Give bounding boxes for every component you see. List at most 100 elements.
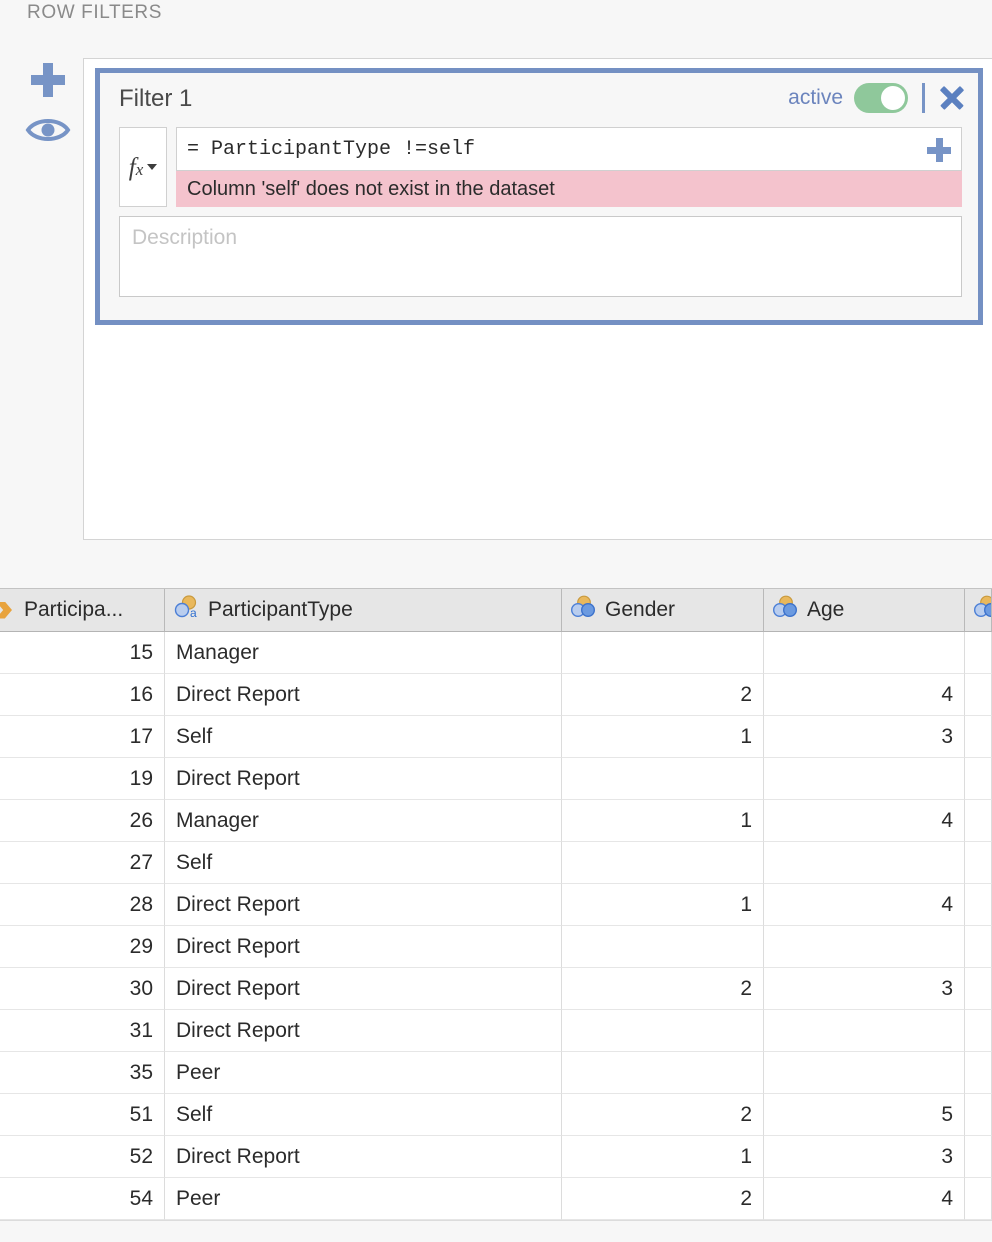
table-row[interactable]: 29 Direct Report	[0, 926, 992, 968]
cell-participant[interactable]: 35	[0, 1052, 165, 1094]
cell-next[interactable]	[965, 926, 992, 968]
cell-gender[interactable]: 1	[562, 1136, 764, 1178]
cell-age[interactable]: 4	[764, 674, 965, 716]
cell-participant_type[interactable]: Direct Report	[165, 926, 562, 968]
table-row[interactable]: 52 Direct Report 1 3	[0, 1136, 992, 1178]
cell-age[interactable]: 4	[764, 1178, 965, 1220]
cell-participant[interactable]: 28	[0, 884, 165, 926]
cell-participant_type[interactable]: Self	[165, 716, 562, 758]
cell-participant[interactable]: 52	[0, 1136, 165, 1178]
cell-age[interactable]	[764, 842, 965, 884]
cell-gender[interactable]	[562, 926, 764, 968]
cell-age[interactable]: 3	[764, 968, 965, 1010]
cell-gender[interactable]	[562, 1010, 764, 1052]
active-toggle[interactable]	[854, 83, 908, 113]
cell-next[interactable]	[965, 1178, 992, 1220]
cell-age[interactable]: 5	[764, 1094, 965, 1136]
add-condition-icon[interactable]	[926, 137, 952, 163]
formula-input[interactable]: = ParticipantType !=self	[176, 127, 962, 171]
cell-age[interactable]	[764, 632, 965, 674]
table-row[interactable]: 35 Peer	[0, 1052, 992, 1094]
cell-next[interactable]	[965, 884, 992, 926]
cell-gender[interactable]: 2	[562, 674, 764, 716]
cell-participant_type[interactable]: Peer	[165, 1178, 562, 1220]
cell-age[interactable]	[764, 758, 965, 800]
cell-participant_type[interactable]: Self	[165, 1094, 562, 1136]
cell-participant_type[interactable]: Direct Report	[165, 1136, 562, 1178]
cell-participant_type[interactable]: Direct Report	[165, 884, 562, 926]
cell-participant_type[interactable]: Peer	[165, 1052, 562, 1094]
cell-participant[interactable]: 54	[0, 1178, 165, 1220]
cell-participant_type[interactable]: Direct Report	[165, 968, 562, 1010]
cell-next[interactable]	[965, 842, 992, 884]
column-header-next[interactable]	[965, 589, 992, 631]
table-row[interactable]: 17 Self 1 3	[0, 716, 992, 758]
table-row[interactable]: 27 Self	[0, 842, 992, 884]
column-header-participant[interactable]: Participa...	[0, 589, 165, 631]
table-row[interactable]: 51 Self 2 5	[0, 1094, 992, 1136]
cell-next[interactable]	[965, 758, 992, 800]
cell-participant[interactable]: 16	[0, 674, 165, 716]
cell-age[interactable]	[764, 1052, 965, 1094]
cell-age[interactable]: 4	[764, 800, 965, 842]
cell-participant_type[interactable]: Direct Report	[165, 1010, 562, 1052]
column-header-gender[interactable]: Gender	[562, 589, 764, 631]
column-header-participanttype[interactable]: a ParticipantType	[165, 589, 562, 631]
filter-name[interactable]: Filter 1	[119, 85, 192, 113]
cell-age[interactable]: 3	[764, 1136, 965, 1178]
cell-participant[interactable]: 51	[0, 1094, 165, 1136]
cell-gender[interactable]	[562, 758, 764, 800]
cell-participant[interactable]: 30	[0, 968, 165, 1010]
cell-gender[interactable]	[562, 632, 764, 674]
cell-gender[interactable]: 1	[562, 716, 764, 758]
cell-participant_type[interactable]: Manager	[165, 632, 562, 674]
column-header-age[interactable]: Age	[764, 589, 965, 631]
cell-participant[interactable]: 15	[0, 632, 165, 674]
cell-participant[interactable]: 19	[0, 758, 165, 800]
cell-age[interactable]: 4	[764, 884, 965, 926]
table-row[interactable]: 19 Direct Report	[0, 758, 992, 800]
cell-next[interactable]	[965, 716, 992, 758]
cell-next[interactable]	[965, 968, 992, 1010]
cell-next[interactable]	[965, 1094, 992, 1136]
cell-participant[interactable]: 17	[0, 716, 165, 758]
cell-participant_type[interactable]: Direct Report	[165, 674, 562, 716]
table-row[interactable]: 54 Peer 2 4	[0, 1178, 992, 1220]
preview-filter-button[interactable]	[22, 110, 74, 154]
cell-participant_type[interactable]: Manager	[165, 800, 562, 842]
cell-gender[interactable]: 2	[562, 1178, 764, 1220]
cell-next[interactable]	[965, 1010, 992, 1052]
data-grid: Participa... a ParticipantType Gender Ag…	[0, 588, 992, 1242]
description-field[interactable]: Description	[119, 216, 962, 297]
table-row[interactable]: 15 Manager	[0, 632, 992, 674]
table-row[interactable]: 16 Direct Report 2 4	[0, 674, 992, 716]
cell-next[interactable]	[965, 632, 992, 674]
close-icon[interactable]	[938, 84, 966, 112]
cell-gender[interactable]	[562, 1052, 764, 1094]
cell-gender[interactable]: 2	[562, 968, 764, 1010]
cell-gender[interactable]	[562, 842, 764, 884]
cell-participant_type[interactable]: Direct Report	[165, 758, 562, 800]
table-row[interactable]: 31 Direct Report	[0, 1010, 992, 1052]
cell-next[interactable]	[965, 800, 992, 842]
cell-age[interactable]: 3	[764, 716, 965, 758]
table-row[interactable]: 30 Direct Report 2 3	[0, 968, 992, 1010]
cell-gender[interactable]: 1	[562, 884, 764, 926]
cell-gender[interactable]: 1	[562, 800, 764, 842]
cell-participant[interactable]: 29	[0, 926, 165, 968]
cell-participant[interactable]: 26	[0, 800, 165, 842]
cell-next[interactable]	[965, 1052, 992, 1094]
cell-age[interactable]	[764, 926, 965, 968]
cell-next[interactable]	[965, 1136, 992, 1178]
cell-next[interactable]	[965, 674, 992, 716]
function-picker-button[interactable]: fx	[119, 127, 167, 207]
add-filter-button[interactable]	[22, 60, 74, 104]
table-row[interactable]: 26 Manager 1 4	[0, 800, 992, 842]
cell-gender[interactable]: 2	[562, 1094, 764, 1136]
filter-card[interactable]: Filter 1 active fx = ParticipantType !=s…	[95, 68, 983, 325]
cell-participant[interactable]: 27	[0, 842, 165, 884]
cell-participant_type[interactable]: Self	[165, 842, 562, 884]
cell-participant[interactable]: 31	[0, 1010, 165, 1052]
cell-age[interactable]	[764, 1010, 965, 1052]
table-row[interactable]: 28 Direct Report 1 4	[0, 884, 992, 926]
